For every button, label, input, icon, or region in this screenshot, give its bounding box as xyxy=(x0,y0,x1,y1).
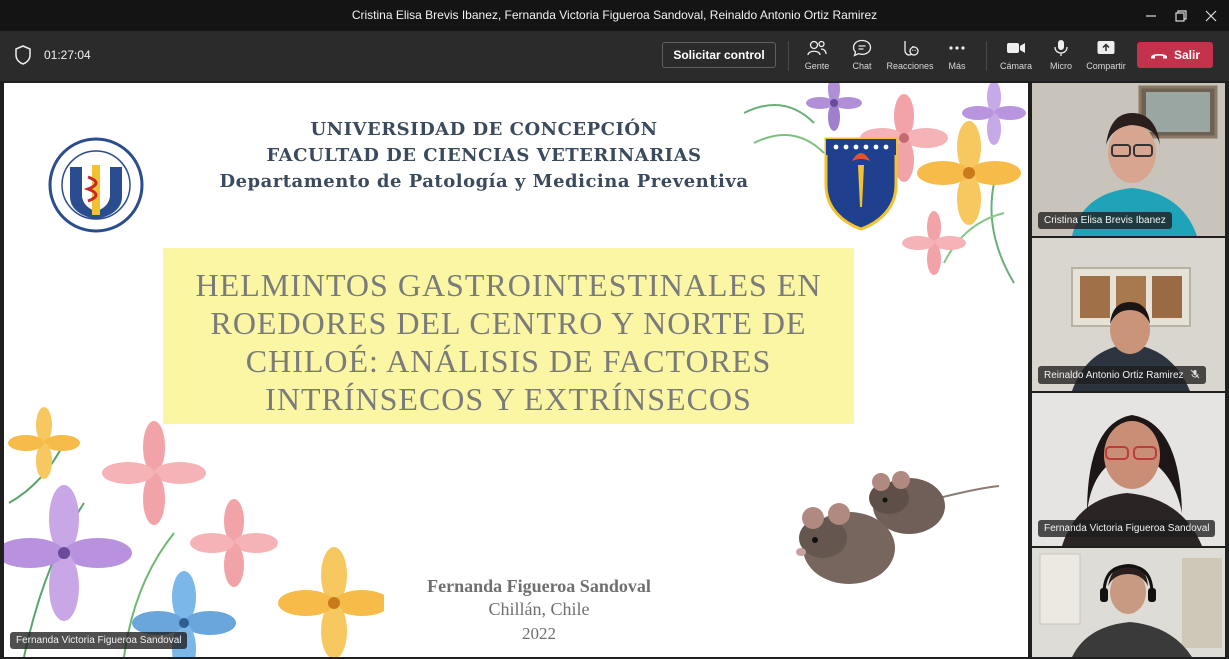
slide-department: Departamento de Patología y Medicina Pre… xyxy=(219,171,749,192)
flower-decoration-bottom-left xyxy=(4,407,384,657)
chat-button[interactable]: Chat xyxy=(837,37,887,77)
chat-icon xyxy=(852,39,872,57)
people-button[interactable]: Gente xyxy=(792,37,842,77)
share-icon xyxy=(1097,41,1115,54)
slide-faculty: FACULTAD DE CIENCIAS VETERINARIAS xyxy=(266,145,702,166)
slide-title: HELMINTOS GASTROINTESTINALES EN ROEDORES… xyxy=(163,266,854,418)
participant-name: Reinaldo Antonio Ortiz Ramirez xyxy=(1038,366,1207,384)
close-icon xyxy=(1205,10,1217,21)
camera-button[interactable]: Cámara xyxy=(991,37,1041,77)
more-label: Más xyxy=(948,61,966,71)
minimize-icon xyxy=(1146,14,1156,17)
camera-icon xyxy=(1007,43,1025,53)
rats-illustration xyxy=(796,471,1000,584)
participant-name-text: Reinaldo Antonio Ortiz Ramirez xyxy=(1044,370,1184,381)
participant-name: Cristina Elisa Brevis Ibanez xyxy=(1038,212,1172,229)
window-title: Cristina Elisa Brevis Ibanez, Fernanda V… xyxy=(351,8,878,22)
chat-label: Chat xyxy=(852,61,872,71)
people-label: Gente xyxy=(804,61,830,71)
share-button[interactable]: Compartir xyxy=(1081,37,1131,77)
meeting-timer: 01:27:04 xyxy=(44,48,91,62)
reactions-button[interactable]: Reacciones xyxy=(885,37,935,77)
participant-tile[interactable]: Cristina Elisa Brevis Ibanez xyxy=(1032,83,1225,236)
hang-up-icon xyxy=(1150,54,1167,59)
participant-tile[interactable] xyxy=(1032,548,1225,657)
slide-author: Fernanda Figueroa Sandoval xyxy=(427,576,651,596)
share-label: Compartir xyxy=(1086,61,1126,71)
request-control-button[interactable]: Solicitar control xyxy=(662,42,776,68)
more-icon xyxy=(949,46,965,50)
toolbar-divider xyxy=(788,41,789,71)
people-icon xyxy=(807,40,827,56)
slide-title-line: CHILOÉ: ANÁLISIS DE FACTORES xyxy=(245,343,772,379)
camera-label: Cámara xyxy=(999,61,1032,71)
toolbar-divider xyxy=(986,41,987,71)
leave-label: Salir xyxy=(1173,48,1200,62)
mic-button[interactable]: Micro xyxy=(1036,37,1086,77)
mic-label: Micro xyxy=(1050,61,1072,71)
close-button[interactable] xyxy=(1193,0,1229,31)
slide-title-line: ROEDORES DEL CENTRO Y NORTE DE xyxy=(210,305,807,341)
leave-button[interactable]: Salir xyxy=(1137,42,1213,68)
slide-year: 2022 xyxy=(522,624,556,643)
shield-icon xyxy=(14,45,32,70)
slide-title-box: HELMINTOS GASTROINTESTINALES EN ROEDORES… xyxy=(163,248,854,424)
participant-tile[interactable]: Reinaldo Antonio Ortiz Ramirez xyxy=(1032,238,1225,391)
reactions-icon xyxy=(904,41,919,56)
restore-icon xyxy=(1175,9,1187,22)
meeting-toolbar: 01:27:04 Solicitar control Gente Chat Re… xyxy=(0,31,1229,81)
participant-tile[interactable]: Fernanda Victoria Figueroa Sandoval xyxy=(1032,393,1225,546)
presenter-name-chip: Fernanda Victoria Figueroa Sandoval xyxy=(10,632,188,649)
slide-university: UNIVERSIDAD DE CONCEPCIÓN xyxy=(310,119,658,140)
title-bar: Cristina Elisa Brevis Ibanez, Fernanda V… xyxy=(0,0,1229,31)
reactions-label: Reacciones xyxy=(886,61,934,71)
more-button[interactable]: Más xyxy=(932,37,982,77)
mic-off-icon xyxy=(1190,369,1200,379)
shared-slide: UNIVERSIDAD DE CONCEPCIÓN FACULTAD DE CI… xyxy=(4,83,1028,657)
slide-title-line: HELMINTOS GASTROINTESTINALES EN xyxy=(195,267,822,303)
participant-name: Fernanda Victoria Figueroa Sandoval xyxy=(1038,520,1216,537)
slide-title-line: INTRÍNSECOS Y EXTRÍNSECOS xyxy=(265,381,752,417)
participant-video xyxy=(1032,548,1225,657)
microphone-icon xyxy=(1054,40,1068,56)
slide-place: Chillán, Chile xyxy=(488,599,590,619)
